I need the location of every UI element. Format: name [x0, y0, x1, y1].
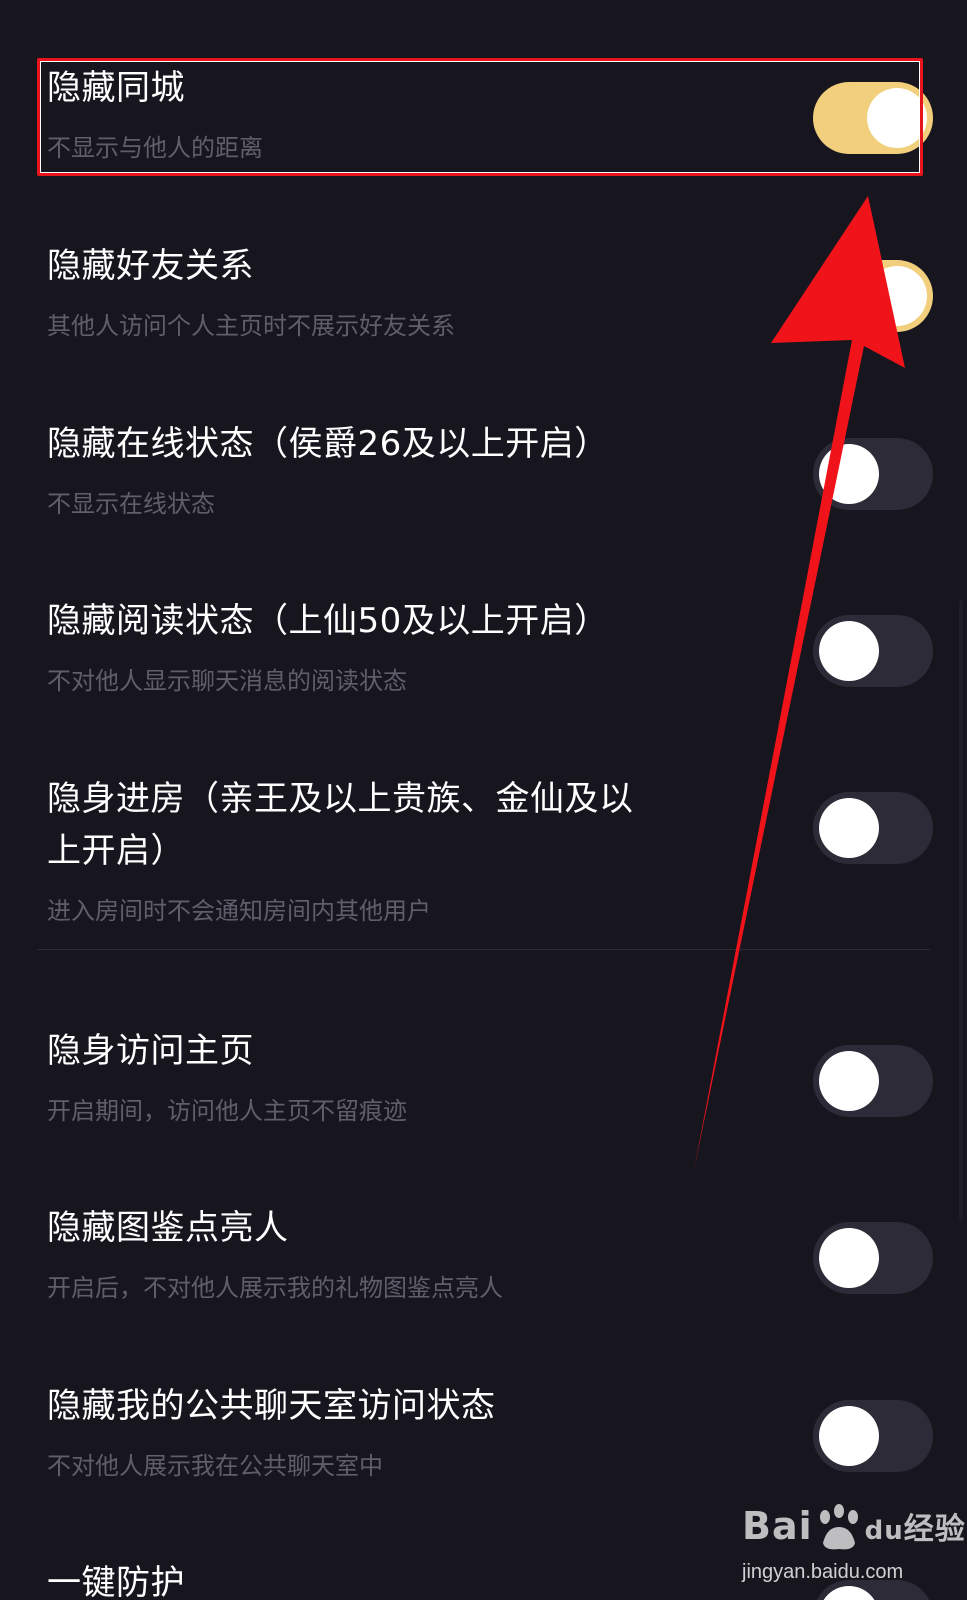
watermark-brand: Bai du经验 [742, 1494, 965, 1558]
setting-subtitle: 其他人访问个人主页时不展示好友关系 [47, 312, 455, 340]
toggle-knob [867, 266, 927, 326]
watermark-brand-right: 经验 [903, 1512, 966, 1547]
toggle-knob [867, 88, 927, 148]
toggle-knob [819, 621, 879, 681]
setting-subtitle: 进入房间时不会通知房间内其他用户 [47, 897, 431, 925]
toggle-knob [819, 798, 879, 858]
toggle-knob [819, 1051, 879, 1111]
setting-title: 隐藏在线状态（侯爵26及以上开启） [47, 424, 609, 464]
section-divider [37, 949, 930, 950]
toggle-hide-collection-lighters[interactable] [813, 1222, 933, 1294]
setting-row-hide-friend-relations: 隐藏好友关系 其他人访问个人主页时不展示好友关系 [0, 240, 967, 350]
toggle-one-click-protection[interactable] [813, 1580, 933, 1600]
setting-row-invisible-visit-profile: 隐身访问主页 开启期间，访问他人主页不留痕迹 [0, 1025, 967, 1135]
setting-row-one-click-protection: 一键防护 [0, 1557, 967, 1600]
setting-row-hide-collection-lighters: 隐藏图鉴点亮人 开启后，不对他人展示我的礼物图鉴点亮人 [0, 1202, 967, 1312]
setting-subtitle: 不对他人显示聊天消息的阅读状态 [47, 667, 407, 695]
setting-title: 隐藏同城 [47, 68, 185, 108]
toggle-knob [819, 1228, 879, 1288]
setting-subtitle: 不显示在线状态 [47, 490, 215, 518]
toggle-hide-online-status[interactable] [813, 438, 933, 510]
setting-title: 隐身访问主页 [47, 1031, 254, 1071]
setting-title: 隐藏图鉴点亮人 [47, 1208, 289, 1248]
toggle-invisible-enter-room[interactable] [813, 792, 933, 864]
toggle-invisible-visit-profile[interactable] [813, 1045, 933, 1117]
privacy-settings-screen: 隐藏同城 不显示与他人的距离 隐藏好友关系 其他人访问个人主页时不展示好友关系 … [0, 0, 967, 1600]
baidu-paw-icon [819, 1503, 858, 1549]
setting-row-hide-read-status: 隐藏阅读状态（上仙50及以上开启） 不对他人显示聊天消息的阅读状态 [0, 595, 967, 705]
setting-title: 隐藏我的公共聊天室访问状态 [47, 1386, 496, 1426]
toggle-hide-same-city[interactable] [813, 82, 933, 154]
setting-title: 一键防护 [47, 1563, 185, 1600]
setting-title: 隐身进房（亲王及以上贵族、金仙及以上开启） [47, 779, 634, 871]
setting-subtitle: 开启期间，访问他人主页不留痕迹 [47, 1097, 407, 1125]
setting-subtitle: 开启后，不对他人展示我的礼物图鉴点亮人 [47, 1274, 503, 1302]
toggle-hide-read-status[interactable] [813, 615, 933, 687]
toggle-knob [819, 1586, 879, 1600]
toggle-knob [819, 444, 879, 504]
setting-title: 隐藏好友关系 [47, 246, 254, 286]
toggle-hide-friend-relations[interactable] [813, 260, 933, 332]
toggle-knob [819, 1406, 879, 1466]
scrollbar[interactable] [959, 600, 963, 1220]
toggle-hide-public-chatroom-status[interactable] [813, 1400, 933, 1472]
setting-row-hide-public-chatroom-status: 隐藏我的公共聊天室访问状态 不对他人展示我在公共聊天室中 [0, 1380, 967, 1490]
setting-row-hide-online-status: 隐藏在线状态（侯爵26及以上开启） 不显示在线状态 [0, 418, 967, 528]
setting-row-hide-same-city: 隐藏同城 不显示与他人的距离 [0, 62, 967, 172]
setting-subtitle: 不对他人展示我在公共聊天室中 [47, 1452, 383, 1480]
setting-row-invisible-enter-room: 隐身进房（亲王及以上贵族、金仙及以上开启） 进入房间时不会通知房间内其他用户 [0, 773, 967, 933]
setting-title: 隐藏阅读状态（上仙50及以上开启） [47, 601, 609, 641]
watermark-brand-left: Bai [742, 1504, 813, 1548]
setting-subtitle: 不显示与他人的距离 [47, 134, 263, 162]
watermark-brand-mid: du [864, 1516, 904, 1546]
